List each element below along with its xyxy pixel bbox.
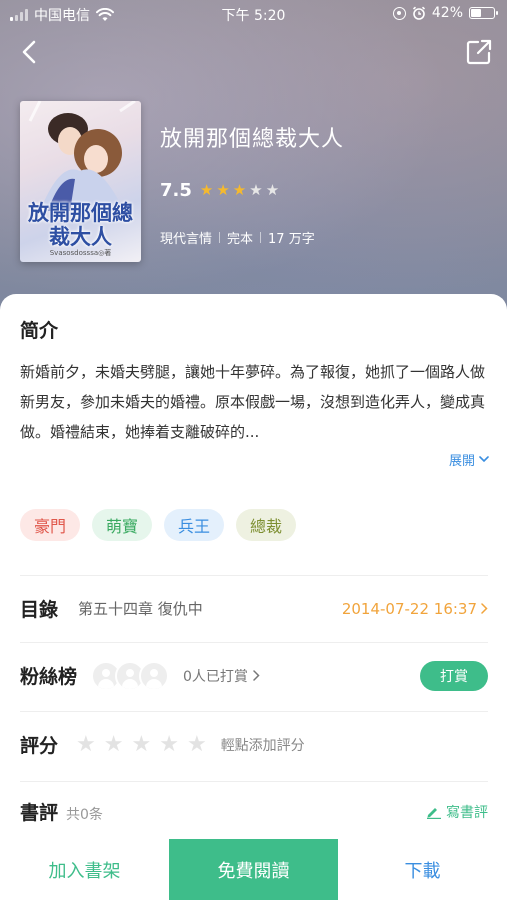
update-time: 2014-07-22 16:37 (342, 600, 488, 618)
book-rating: 7.5 ★ ★ ★ ★ ★ (160, 180, 279, 201)
expand-label: 展開 (448, 454, 475, 469)
book-word-count: 17 万字 (268, 232, 315, 247)
chevron-right-icon (481, 603, 488, 614)
back-button[interactable] (14, 36, 44, 68)
write-review-label: 寫書評 (446, 804, 488, 821)
book-header: 中国电信 下午 5:20 42% 放開那個總裁大人 Svasosdosssa◎著… (0, 0, 507, 330)
star-icon: ★ (216, 181, 230, 199)
toc-row[interactable]: 目錄 第五十四章 復仇中 2014-07-22 16:37 (20, 575, 488, 641)
cover-author: Svasosdosssa◎著 (49, 249, 112, 257)
book-genre: 現代言情 (160, 232, 213, 247)
fans-count: 0人已打賞 (183, 668, 248, 685)
share-button[interactable] (465, 38, 493, 66)
star-icon: ★ (232, 181, 247, 199)
tip-button[interactable]: 打賞 (420, 660, 488, 691)
cover-title: 放開那個總裁大人 (28, 200, 133, 249)
book-title: 放開那個總裁大人 (160, 127, 345, 152)
review-row: 書評 共0条 寫書評 (20, 781, 488, 841)
star-icon: ★ (199, 181, 214, 199)
star-icon: ★ (265, 181, 280, 199)
book-detail-card: 简介 新婚前夕，未婚夫劈腿，讓她十年夢碎。為了報復，她抓了一個路人做新男友，參加… (0, 294, 507, 900)
battery-percent: 42% (431, 5, 463, 21)
rating-stars: ★ ★ ★ ★ ★ (200, 183, 279, 198)
tag-item[interactable]: 萌寶 (92, 509, 153, 541)
download-button[interactable]: 下載 (338, 839, 507, 900)
latest-chapter: 第五十四章 復仇中 (78, 600, 203, 618)
review-count: 共0条 (66, 806, 103, 823)
fans-row: 粉絲榜 0人已打賞 打賞 (20, 642, 488, 708)
star-icon: ★ (249, 181, 263, 199)
add-to-shelf-button[interactable]: 加入書架 (0, 839, 169, 900)
rating-score: 7.5 (160, 180, 192, 201)
avatar (139, 660, 170, 691)
rate-hint: 輕點添加評分 (220, 737, 305, 754)
rate-row: 評分 ★ ★ ★ ★ ★ 輕點添加評分 (20, 711, 488, 777)
fans-count-link[interactable]: 0人已打賞 (183, 666, 260, 686)
intro-heading: 简介 (20, 320, 59, 342)
meta-divider (219, 232, 221, 243)
toc-label: 目錄 (20, 599, 59, 621)
tag-item[interactable]: 兵王 (164, 509, 225, 541)
chevron-right-icon (253, 670, 260, 681)
book-cover[interactable]: 放開那個總裁大人 Svasosdosssa◎著 (20, 101, 141, 262)
rate-label: 評分 (20, 735, 59, 757)
star-icon[interactable]: ★ (76, 733, 96, 756)
tag-list: 豪門 萌寶 兵王 總裁 (20, 509, 297, 541)
status-bar: 中国电信 下午 5:20 42% (0, 0, 507, 28)
meta-divider (260, 232, 262, 243)
fans-label: 粉絲榜 (20, 666, 78, 688)
alarm-icon (412, 6, 425, 20)
book-meta: 現代言情 完本 17 万字 (160, 228, 315, 247)
write-review-button[interactable]: 寫書評 (426, 802, 488, 822)
rate-stars: ★ ★ ★ ★ ★ (76, 733, 207, 756)
expand-intro-button[interactable]: 展開 (449, 450, 489, 469)
status-right: 42% (392, 5, 498, 21)
star-icon[interactable]: ★ (187, 733, 207, 756)
orientation-lock-icon (392, 6, 406, 20)
update-date: 2014-07-22 16:37 (341, 599, 477, 618)
pencil-icon (427, 807, 441, 819)
star-icon[interactable]: ★ (104, 733, 124, 756)
intro-text: 新婚前夕，未婚夫劈腿，讓她十年夢碎。為了報復，她抓了一個路人做新男友，參加未婚夫… (20, 363, 486, 441)
chevron-down-icon (479, 456, 489, 463)
battery-icon (469, 7, 498, 19)
tag-item[interactable]: 豪門 (20, 509, 81, 541)
review-label: 書評 (20, 802, 59, 824)
tag-item[interactable]: 總裁 (236, 509, 297, 541)
fan-avatars (91, 660, 170, 691)
free-read-button[interactable]: 免費閱讀 (169, 839, 338, 900)
star-icon[interactable]: ★ (159, 733, 179, 756)
star-icon[interactable]: ★ (131, 733, 151, 756)
book-status: 完本 (227, 232, 254, 247)
bottom-action-bar: 加入書架 免費閱讀 下載 (0, 839, 507, 900)
